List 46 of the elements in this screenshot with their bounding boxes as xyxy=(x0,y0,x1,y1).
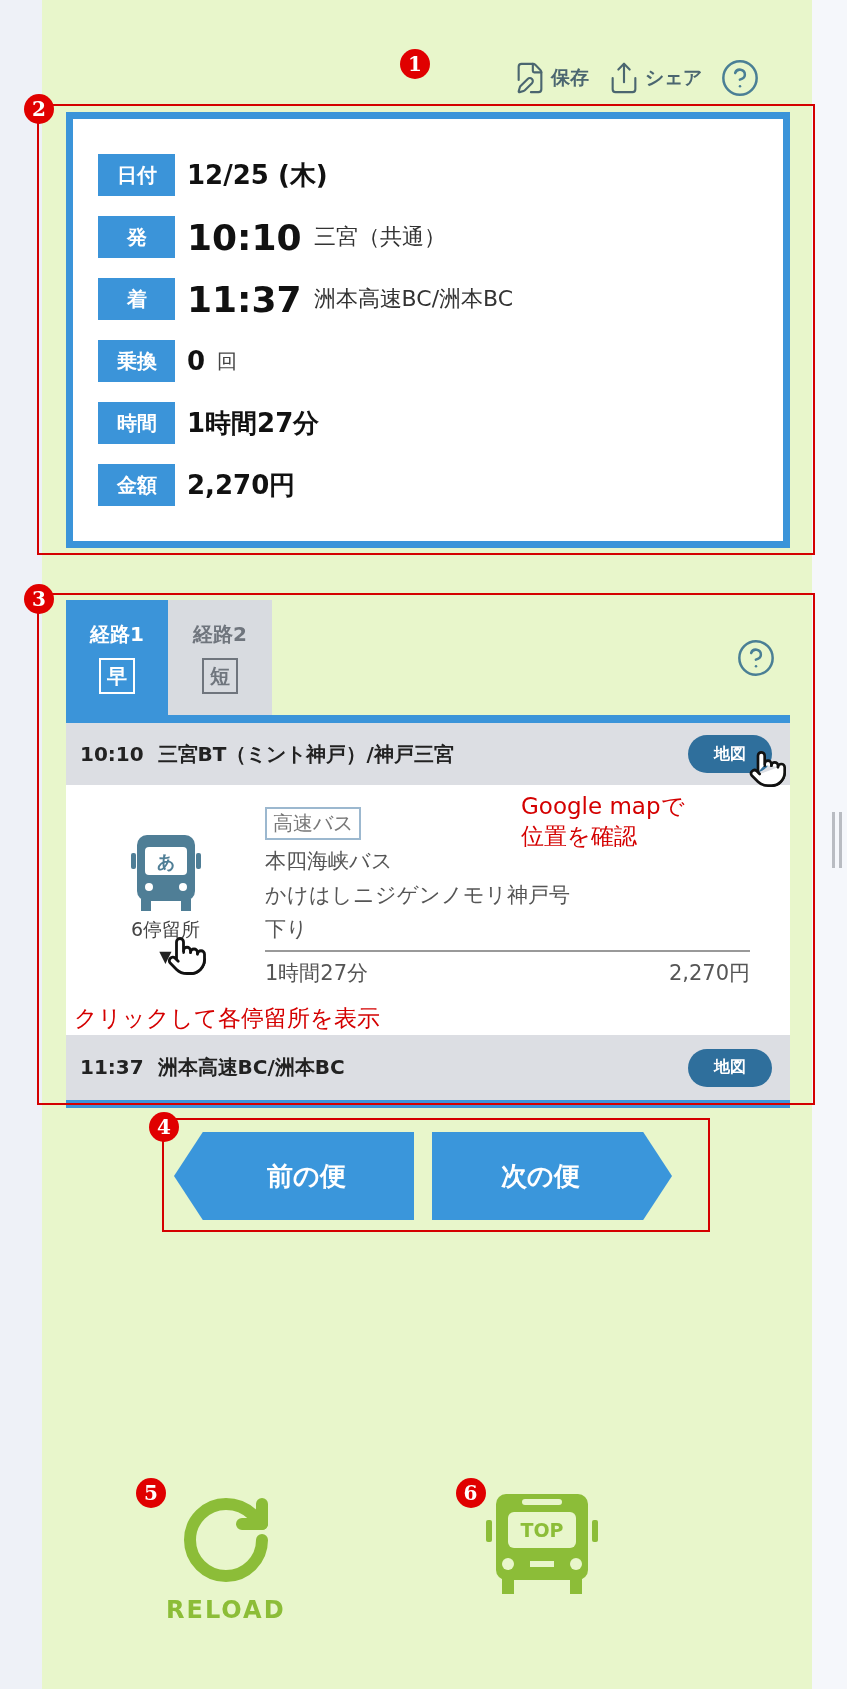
time-value: 10:10 xyxy=(187,216,302,258)
line-name: かけはしニジゲンノモリ神戸号 xyxy=(265,882,571,909)
field-label: 時間 xyxy=(98,402,175,444)
annotation-note: Google mapで 位置を確認 xyxy=(521,792,685,851)
annotation-marker: 4 xyxy=(149,1112,179,1142)
place-name: 洲本高速BC/洲本BC xyxy=(313,285,514,313)
direction-text: 下り xyxy=(265,916,309,943)
fare-text: 2,270円 xyxy=(668,960,750,987)
field-value: 2,270円 xyxy=(187,468,296,502)
expand-toggle[interactable]: ▼ xyxy=(159,947,172,966)
annotation-marker: 1 xyxy=(400,49,430,79)
map-button[interactable]: 地図 xyxy=(688,735,772,773)
operator-name: 本四海峡バス xyxy=(265,848,394,875)
annotation-marker: 6 xyxy=(455,1478,486,1508)
route-tab[interactable]: 経路2 短 xyxy=(168,600,272,715)
save-button[interactable]: 保存 xyxy=(513,60,589,95)
annotation-marker: 2 xyxy=(24,94,54,124)
place-name: 三宮（共通） xyxy=(313,223,446,251)
duration-text: 1時間27分 xyxy=(265,960,369,987)
field-label: 発 xyxy=(98,216,175,258)
annotation-note: クリックして各停留所を表示 xyxy=(74,1004,380,1033)
scrollbar-grip xyxy=(832,812,842,868)
field-label: 乗換 xyxy=(98,340,175,382)
previous-button[interactable]: 前の便 xyxy=(174,1132,414,1220)
field-value: 0 xyxy=(187,346,206,376)
stop-name: 11:37 洲本高速BC/洲本BC xyxy=(80,1054,345,1081)
map-button[interactable]: 地図 xyxy=(688,1048,772,1087)
route-tab[interactable]: 経路1 早 xyxy=(66,600,168,715)
top-label: TOP xyxy=(520,1519,564,1541)
field-label: 着 xyxy=(98,278,175,320)
stop-count[interactable]: 6停留所 xyxy=(130,917,201,943)
field-label: 日付 xyxy=(98,154,175,196)
annotation-marker: 5 xyxy=(136,1478,166,1508)
field-label: 金額 xyxy=(98,464,175,506)
help-icon[interactable] xyxy=(720,57,760,98)
bus-type-tag: 高速バス xyxy=(265,807,361,840)
next-button[interactable]: 次の便 xyxy=(432,1132,672,1220)
annotation-marker: 3 xyxy=(24,584,54,614)
bus-icon[interactable] xyxy=(485,1494,598,1594)
field-value: 1時間27分 xyxy=(187,406,320,440)
unit-label: 回 xyxy=(217,347,238,375)
field-value: 12/25 (木) xyxy=(187,158,328,192)
stop-name: 10:10 三宮BT（ミント神戸）/神戸三宮 xyxy=(80,740,454,768)
share-button[interactable]: シェア xyxy=(607,60,702,95)
help-icon[interactable] xyxy=(736,637,776,678)
time-value: 11:37 xyxy=(187,278,302,320)
